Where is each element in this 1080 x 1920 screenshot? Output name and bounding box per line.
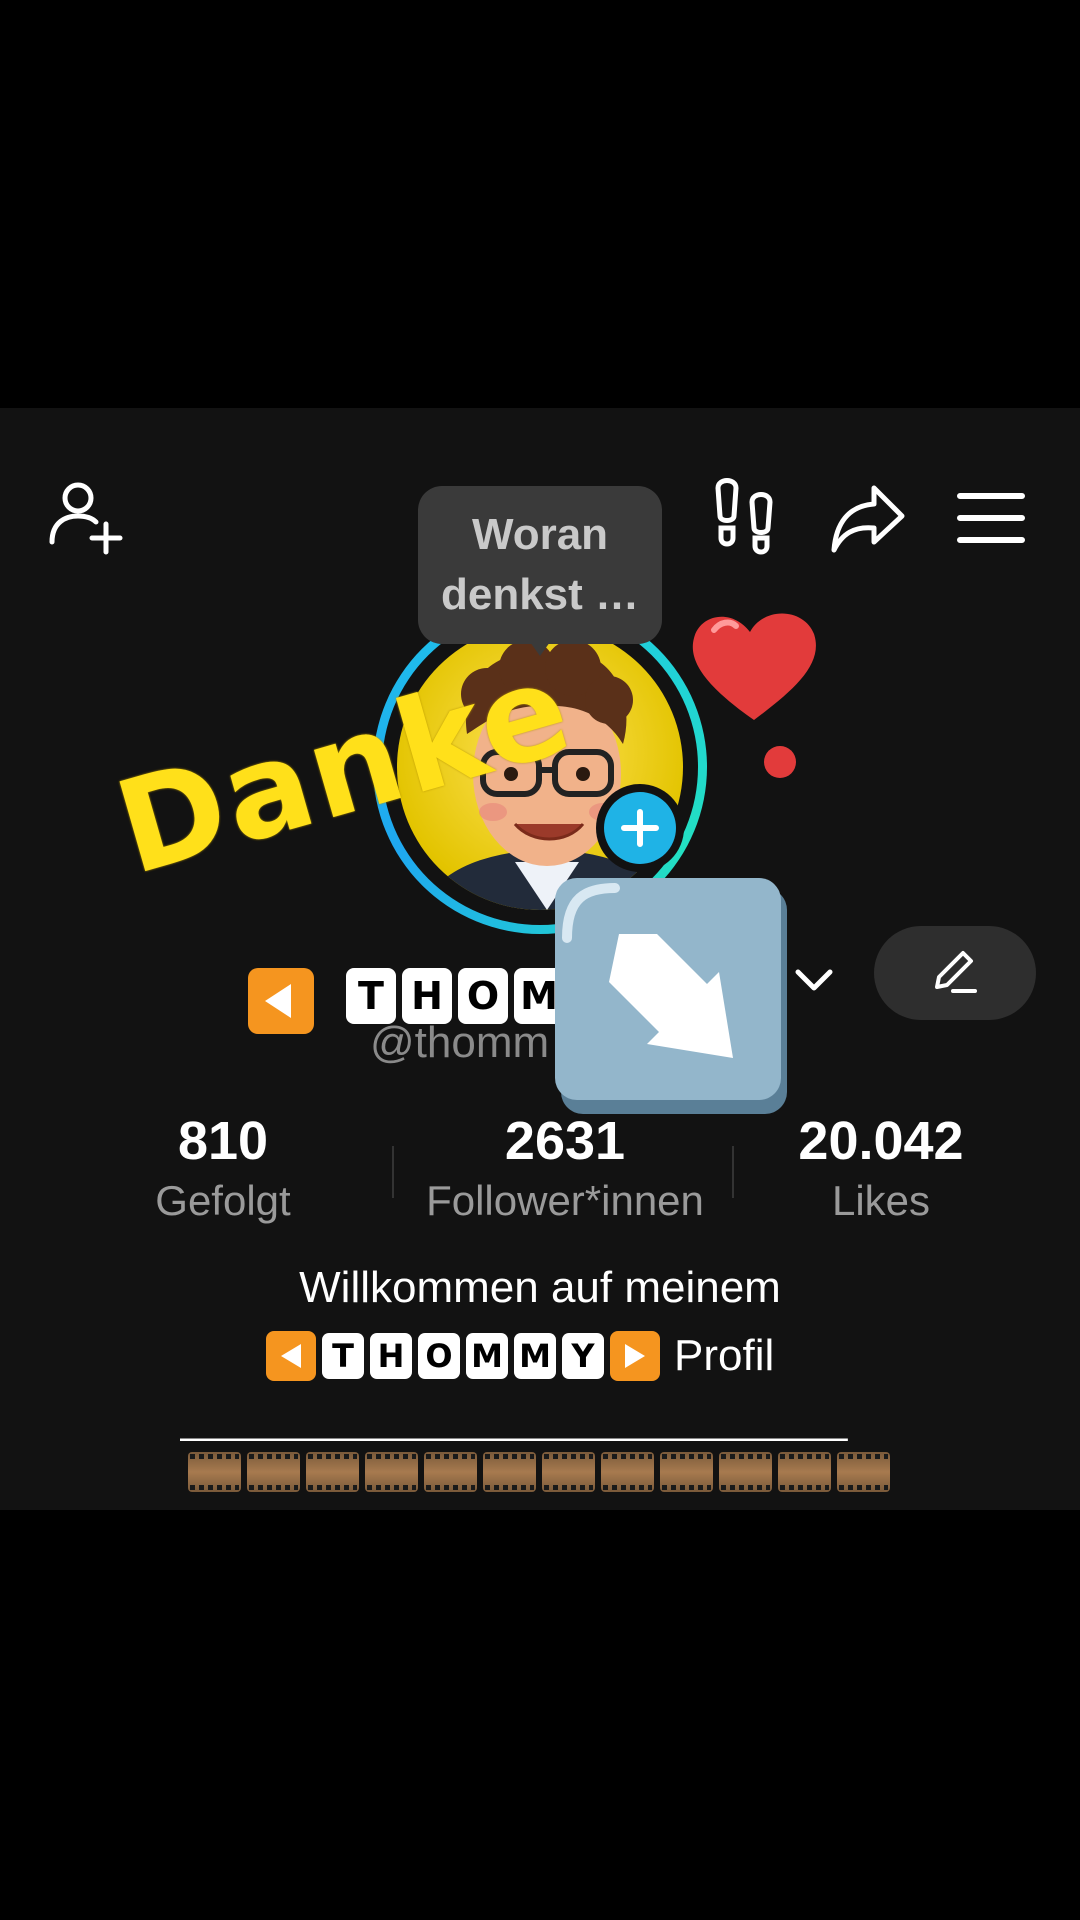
stat-divider <box>392 1146 394 1198</box>
bio-dashes: ______________________________ <box>180 1398 848 1442</box>
pencil-icon <box>935 951 977 993</box>
name-letter: O <box>458 968 508 1024</box>
bio-letter: H <box>370 1333 412 1379</box>
bio-letter: M <box>466 1333 508 1379</box>
film-frames-icon <box>247 1452 300 1492</box>
note-bubble-line1: Woran <box>471 510 609 559</box>
add-story-button[interactable] <box>596 784 684 872</box>
film-frames-icon <box>188 1452 241 1492</box>
film-frames-icon <box>601 1452 654 1492</box>
film-frames-icon <box>542 1452 595 1492</box>
bio-letter: Y <box>562 1333 604 1379</box>
username-handle: @thomm <box>370 1018 550 1067</box>
bio-letter: M <box>514 1333 556 1379</box>
reverse-button-emoji <box>266 1331 316 1381</box>
followers-stat[interactable]: 2631 Follower*innen <box>405 1108 725 1228</box>
name-letter: H <box>402 968 452 1024</box>
arrow-down-right-icon <box>555 878 787 1114</box>
plus-icon <box>621 809 659 847</box>
note-bubble[interactable]: Woran denkst … <box>418 486 662 644</box>
share-icon <box>831 485 905 553</box>
profile-views-button[interactable] <box>705 476 785 556</box>
film-frames-icon <box>660 1452 713 1492</box>
edit-profile-button[interactable] <box>874 926 1036 1020</box>
film-frames-emoji-row <box>188 1452 890 1492</box>
name-letter: T <box>346 968 396 1024</box>
following-stat[interactable]: 810 Gefolgt <box>118 1108 328 1228</box>
likes-label: Likes <box>831 1177 931 1224</box>
likes-count: 20.042 <box>798 1111 964 1171</box>
film-frames-icon <box>306 1452 359 1492</box>
add-story-badge <box>604 792 676 864</box>
bio-letter: T <box>322 1333 364 1379</box>
bio-line2: T H O M M Y Profil <box>266 1326 774 1386</box>
menu-icon <box>957 493 1025 543</box>
film-frames-icon <box>778 1452 831 1492</box>
stats-row: 810 Gefolgt 2631 Follower*innen 20.042 L… <box>0 1108 1080 1238</box>
stat-divider <box>732 1146 734 1198</box>
reverse-button-emoji <box>248 968 314 1034</box>
followers-label: Follower*innen <box>426 1177 704 1224</box>
bio-letter: O <box>418 1333 460 1379</box>
play-button-emoji <box>610 1331 660 1381</box>
profile-panel: Woran denkst … Danke T H O M @thomm 810 … <box>0 408 1080 1510</box>
bio-line1: Willkommen auf meinem <box>299 1263 781 1312</box>
note-bubble-line2: denkst … <box>440 570 640 619</box>
film-frames-icon <box>837 1452 890 1492</box>
footprints-icon <box>715 478 773 555</box>
chevron-down-icon[interactable] <box>790 956 838 1004</box>
heart-exclamation-sticker <box>692 613 816 778</box>
following-label: Gefolgt <box>155 1177 291 1224</box>
menu-button[interactable] <box>955 478 1027 558</box>
add-friend-button[interactable] <box>48 478 128 558</box>
film-frames-icon <box>719 1452 772 1492</box>
share-profile-button[interactable] <box>828 478 908 558</box>
bio-suffix: Profil <box>674 1331 775 1380</box>
following-count: 810 <box>177 1111 269 1171</box>
name-letter-boxes: T H O M <box>346 968 564 1024</box>
likes-stat[interactable]: 20.042 Likes <box>770 1108 992 1228</box>
add-user-icon <box>49 482 123 555</box>
film-frames-icon <box>424 1452 477 1492</box>
film-frames-icon <box>365 1452 418 1492</box>
film-frames-icon <box>483 1452 536 1492</box>
